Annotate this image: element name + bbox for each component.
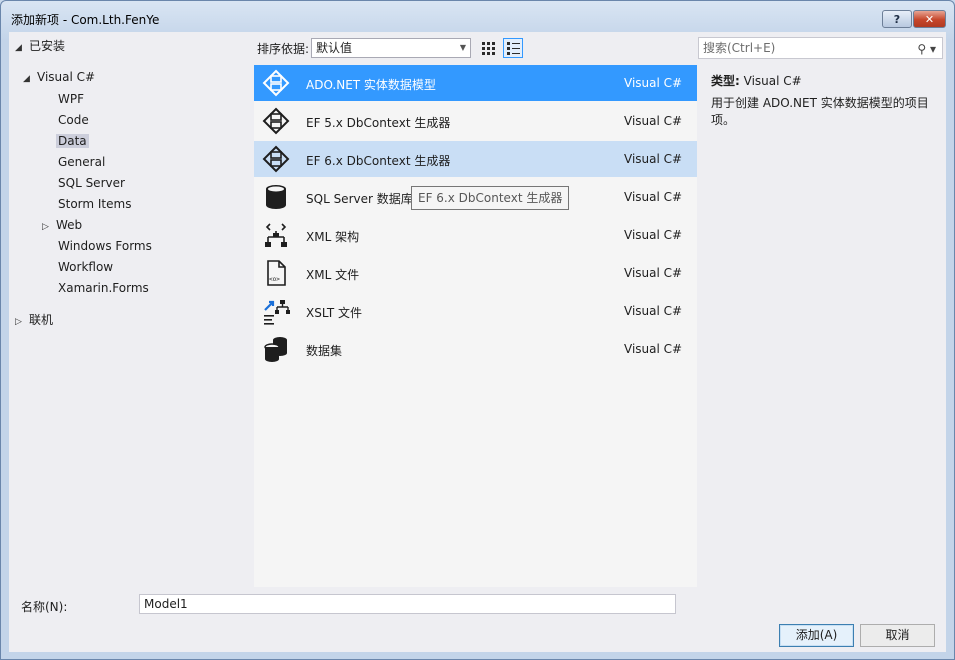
list-view-button[interactable] — [503, 38, 523, 58]
search-placeholder: 搜索(Ctrl+E) — [703, 41, 776, 55]
tree-item-code[interactable]: Code — [56, 110, 91, 130]
details-pane: 类型: Visual C# 用于创建 ADO.NET 实体数据模型的项目项。 — [698, 65, 946, 587]
tree-item-storm-items[interactable]: Storm Items — [56, 194, 133, 214]
detail-type-value: Visual C# — [743, 74, 802, 88]
title-bar[interactable]: 添加新项 - Com.Lth.FenYe ? ✕ — [1, 1, 954, 33]
detail-type-label: 类型: — [711, 74, 740, 88]
template-row-ado-net[interactable]: ADO.NET 实体数据模型 Visual C# — [254, 65, 697, 101]
tree-item-online[interactable]: ▷ 联机 — [15, 310, 55, 330]
add-button[interactable]: 添加(A) — [779, 624, 854, 647]
template-row-ef5-generator[interactable]: EF 5.x DbContext 生成器 Visual C# — [254, 103, 697, 139]
sort-dropdown-value: 默认值 — [316, 41, 353, 55]
tree-item-general[interactable]: General — [56, 152, 107, 172]
sort-label: 排序依据: — [257, 42, 310, 56]
template-row-dataset[interactable]: 数据集 Visual C# — [254, 331, 697, 367]
tree-item-windows-forms[interactable]: Windows Forms — [56, 236, 154, 256]
svg-text:<o>: <o> — [269, 276, 280, 283]
expand-triangle-icon[interactable]: ▷ — [42, 217, 54, 237]
template-row-ef6-generator[interactable]: EF 6.x DbContext 生成器 Visual C# — [254, 141, 697, 177]
dataset-icon — [264, 337, 287, 362]
template-list: ADO.NET 实体数据模型 Visual C# EF 5.x DbContex… — [254, 65, 697, 587]
search-input[interactable]: 搜索(Ctrl+E) ⚲ ▾ — [698, 37, 943, 59]
ef-generator-icon — [262, 107, 290, 135]
database-icon — [266, 185, 286, 209]
close-button[interactable]: ✕ — [913, 10, 946, 28]
collapse-triangle-icon[interactable]: ◢ — [15, 38, 27, 58]
search-icon[interactable]: ⚲ ▾ — [917, 39, 936, 59]
add-new-item-dialog: 添加新项 - Com.Lth.FenYe ? ✕ ◢ 已安装 ◢ Visual C#… — [0, 0, 955, 660]
xml-file-icon: <o> — [267, 260, 286, 286]
list-view-icon — [507, 42, 520, 55]
tree-item-web[interactable]: ▷ Web — [42, 215, 84, 235]
tree-item-sql-server[interactable]: SQL Server — [56, 173, 127, 193]
chevron-down-icon: ▼ — [459, 43, 466, 52]
window-title: 添加新项 - Com.Lth.FenYe — [11, 13, 160, 27]
sort-dropdown[interactable]: 默认值 ▼ — [311, 38, 471, 58]
tree-item-data[interactable]: Data — [56, 131, 89, 151]
xml-schema-icon — [265, 223, 287, 247]
tree-item-wpf[interactable]: WPF — [56, 89, 86, 109]
grid-view-button[interactable] — [478, 38, 498, 58]
name-input[interactable]: Model1 — [139, 594, 676, 614]
expand-triangle-icon[interactable]: ▷ — [15, 312, 27, 332]
dialog-body: ◢ 已安装 ◢ Visual C# WPF Code Data General SQ… — [9, 32, 946, 652]
detail-description: 用于创建 ADO.NET 实体数据模型的项目项。 — [711, 96, 929, 127]
tooltip: EF 6.x DbContext 生成器 — [411, 186, 570, 210]
grid-view-icon — [482, 42, 495, 55]
ef-generator-icon — [262, 145, 290, 173]
ado-net-icon — [262, 69, 290, 97]
tree-item-visual-csharp[interactable]: ◢ Visual C# — [23, 67, 97, 87]
template-row-xml-schema[interactable]: XML 架构 Visual C# — [254, 217, 697, 253]
tree-item-xamarin-forms[interactable]: Xamarin.Forms — [56, 278, 151, 298]
help-button[interactable]: ? — [882, 10, 912, 28]
cancel-button[interactable]: 取消 — [860, 624, 935, 647]
name-label: 名称(N): — [21, 600, 68, 614]
detail-type: 类型: Visual C# — [711, 72, 802, 89]
tree-item-workflow[interactable]: Workflow — [56, 257, 115, 277]
template-row-xml-file[interactable]: <o> XML 文件 Visual C# — [254, 255, 697, 291]
collapse-triangle-icon[interactable]: ◢ — [23, 69, 35, 89]
category-tree: ◢ 已安装 ◢ Visual C# WPF Code Data General SQ… — [9, 32, 253, 587]
xslt-file-icon — [264, 300, 290, 325]
template-row-xslt-file[interactable]: XSLT 文件 Visual C# — [254, 293, 697, 329]
tree-item-installed[interactable]: ◢ 已安装 — [15, 36, 67, 56]
